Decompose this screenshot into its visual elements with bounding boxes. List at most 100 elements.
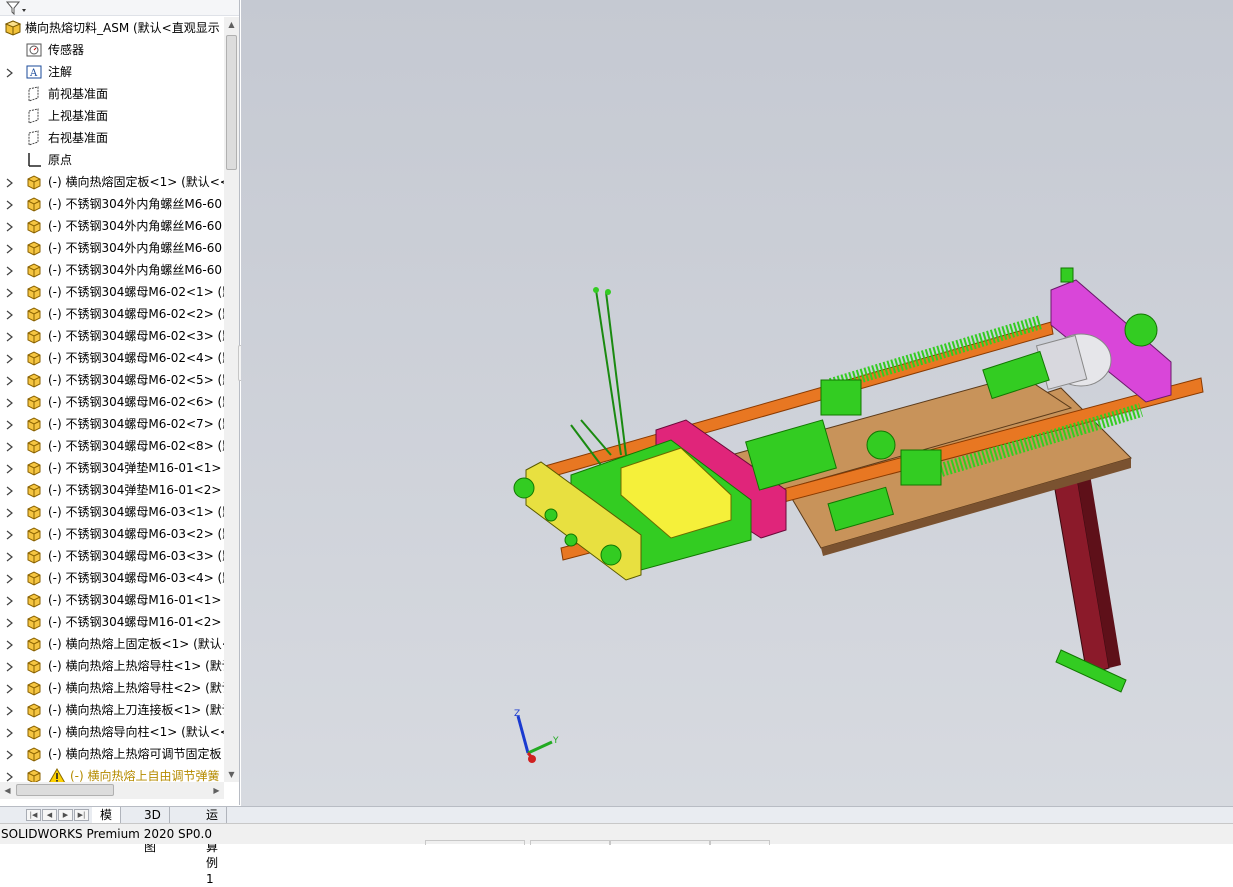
expand-arrow-icon[interactable] [6, 463, 14, 474]
graphics-viewport[interactable]: Z Y [241, 0, 1233, 806]
part-icon [25, 174, 43, 190]
part-icon [25, 592, 43, 608]
tree-item[interactable]: (-) 横向热熔上热熔导柱<2> (默认 [0, 677, 224, 699]
first-tab-icon[interactable]: |◀ [26, 809, 41, 821]
tab-0[interactable]: 模型 [92, 807, 122, 838]
tree-item-label: (-) 不锈钢304弹垫M16-01<2> [48, 483, 222, 497]
tree-item[interactable]: (-) 不锈钢304外内角螺丝M6-60 [0, 259, 224, 281]
tree-item[interactable]: (-) 不锈钢304弹垫M16-01<2> [0, 479, 224, 501]
tree-item[interactable]: (-) 不锈钢304螺母M6-02<4> (默 [0, 347, 224, 369]
expand-arrow-icon[interactable] [6, 507, 14, 518]
prev-tab-icon[interactable]: ◀ [42, 809, 57, 821]
scroll-down-arrow-icon[interactable]: ▼ [224, 767, 239, 782]
tree-item[interactable]: 传感器 [0, 39, 224, 61]
tree-item[interactable]: 原点 [0, 149, 224, 171]
tree-item[interactable]: (-) 横向热熔固定板<1> (默认<< [0, 171, 224, 193]
feature-manager-tree: 横向热熔切料_ASM (默认<直观显示 传感器 A 注解 前视基准面 上视基准面 右视基准面… [0, 0, 240, 805]
expand-arrow-icon[interactable] [6, 727, 14, 738]
assembly-3d-model[interactable] [241, 0, 1233, 806]
tree-item[interactable]: (-) 不锈钢304螺母M6-02<5> (默 [0, 369, 224, 391]
expand-arrow-icon[interactable] [6, 749, 14, 760]
next-tab-icon[interactable]: ▶ [58, 809, 73, 821]
tree-item[interactable]: A 注解 [0, 61, 224, 83]
tree-item[interactable]: (-) 横向热熔上热熔可调节固定板 [0, 743, 224, 765]
expand-arrow-icon[interactable] [6, 67, 14, 78]
tree-item[interactable]: (-) 横向热熔上热熔导柱<1> (默认 [0, 655, 224, 677]
tree-horizontal-scrollbar[interactable]: ◀ ▶ [0, 782, 224, 799]
tree-item-label: (-) 不锈钢304螺母M6-02<7> (默 [48, 417, 224, 431]
tree-item[interactable]: (-) 不锈钢304螺母M16-01<2> [0, 611, 224, 633]
tree-item[interactable]: (-) 横向热熔上固定板<1> (默认< [0, 633, 224, 655]
tree-item[interactable]: (-) 不锈钢304外内角螺丝M6-60 [0, 237, 224, 259]
tree-item[interactable]: (-) 不锈钢304螺母M6-02<6> (默 [0, 391, 224, 413]
feature-tree-list: 横向热熔切料_ASM (默认<直观显示 传感器 A 注解 前视基准面 上视基准面 右视基准面… [0, 17, 224, 787]
coordinate-triad: Z Y [514, 709, 559, 763]
expand-arrow-icon[interactable] [6, 177, 14, 188]
tree-item[interactable]: (-) 不锈钢304外内角螺丝M6-60 [0, 215, 224, 237]
tree-item[interactable]: (-) 不锈钢304螺母M6-03<2> (默 [0, 523, 224, 545]
expand-arrow-icon[interactable] [6, 243, 14, 254]
scroll-left-arrow-icon[interactable]: ◀ [0, 782, 15, 799]
expand-arrow-icon[interactable] [6, 397, 14, 408]
tree-item[interactable]: (-) 不锈钢304螺母M16-01<1> [0, 589, 224, 611]
expand-arrow-icon[interactable] [6, 375, 14, 386]
plane-icon [25, 108, 43, 124]
expand-arrow-icon[interactable] [6, 419, 14, 430]
last-tab-icon[interactable]: ▶| [74, 809, 89, 821]
scroll-right-arrow-icon[interactable]: ▶ [209, 782, 224, 799]
expand-arrow-icon[interactable] [6, 221, 14, 232]
expand-arrow-icon[interactable] [6, 573, 14, 584]
tree-item[interactable]: 前视基准面 [0, 83, 224, 105]
scroll-thumb[interactable] [226, 35, 237, 170]
tree-item[interactable]: (-) 横向热熔导向柱<1> (默认<< [0, 721, 224, 743]
expand-arrow-icon[interactable] [6, 287, 14, 298]
tree-item-label: (-) 不锈钢304螺母M6-03<4> (默 [48, 571, 224, 585]
tree-item[interactable]: (-) 不锈钢304螺母M6-02<8> (默 [0, 435, 224, 457]
expand-arrow-icon[interactable] [6, 331, 14, 342]
expand-arrow-icon[interactable] [6, 705, 14, 716]
tree-item[interactable]: (-) 不锈钢304螺母M6-02<1> (默 [0, 281, 224, 303]
tree-item[interactable]: (-) 不锈钢304螺母M6-02<7> (默 [0, 413, 224, 435]
expand-arrow-icon[interactable] [6, 309, 14, 320]
expand-arrow-icon[interactable] [6, 617, 14, 628]
part-icon [25, 504, 43, 520]
part-icon [25, 724, 43, 740]
expand-arrow-icon[interactable] [6, 683, 14, 694]
expand-arrow-icon[interactable] [6, 485, 14, 496]
tree-vertical-scrollbar[interactable]: ▲ ▼ [224, 17, 239, 782]
tree-item-label: (-) 横向热熔固定板<1> (默认<< [48, 175, 224, 189]
status-pane [710, 840, 770, 845]
tab-2[interactable]: 运动算例 1 [198, 807, 228, 886]
part-icon [25, 240, 43, 256]
tree-root-assembly[interactable]: 横向热熔切料_ASM (默认<直观显示 [0, 17, 224, 39]
part-icon [25, 548, 43, 564]
expand-arrow-icon[interactable] [6, 595, 14, 606]
origin-icon [25, 152, 43, 168]
scroll-up-arrow-icon[interactable]: ▲ [224, 17, 239, 32]
expand-arrow-icon[interactable] [6, 551, 14, 562]
tree-item[interactable]: (-) 不锈钢304螺母M6-02<3> (默 [0, 325, 224, 347]
tree-item[interactable]: (-) 横向热熔上刀连接板<1> (默认 [0, 699, 224, 721]
expand-arrow-icon[interactable] [6, 639, 14, 650]
tree-item[interactable]: (-) 不锈钢304螺母M6-02<2> (默 [0, 303, 224, 325]
tree-item[interactable]: (-) 不锈钢304螺母M6-03<1> (默 [0, 501, 224, 523]
filter-icon[interactable] [6, 1, 28, 15]
tree-item[interactable]: (-) 不锈钢304外内角螺丝M6-60 [0, 193, 224, 215]
expand-arrow-icon[interactable] [6, 265, 14, 276]
expand-arrow-icon[interactable] [6, 441, 14, 452]
tree-item[interactable]: (-) 不锈钢304弹垫M16-01<1> [0, 457, 224, 479]
tree-item-label: (-) 不锈钢304螺母M6-02<1> (默 [48, 285, 224, 299]
tab-1[interactable]: 3D 视图 [136, 807, 170, 854]
expand-arrow-icon[interactable] [6, 661, 14, 672]
expand-arrow-icon[interactable] [6, 199, 14, 210]
tree-item[interactable]: (-) 不锈钢304螺母M6-03<3> (默 [0, 545, 224, 567]
scroll-thumb-horizontal[interactable] [16, 784, 114, 796]
expand-arrow-icon[interactable] [6, 771, 14, 782]
tree-item-label: (-) 横向热熔上刀连接板<1> (默认 [48, 703, 224, 717]
expand-arrow-icon[interactable] [6, 529, 14, 540]
tree-item[interactable]: 右视基准面 [0, 127, 224, 149]
tree-item[interactable]: (-) 不锈钢304螺母M6-03<4> (默 [0, 567, 224, 589]
part-icon [25, 218, 43, 234]
tree-item[interactable]: 上视基准面 [0, 105, 224, 127]
expand-arrow-icon[interactable] [6, 353, 14, 364]
